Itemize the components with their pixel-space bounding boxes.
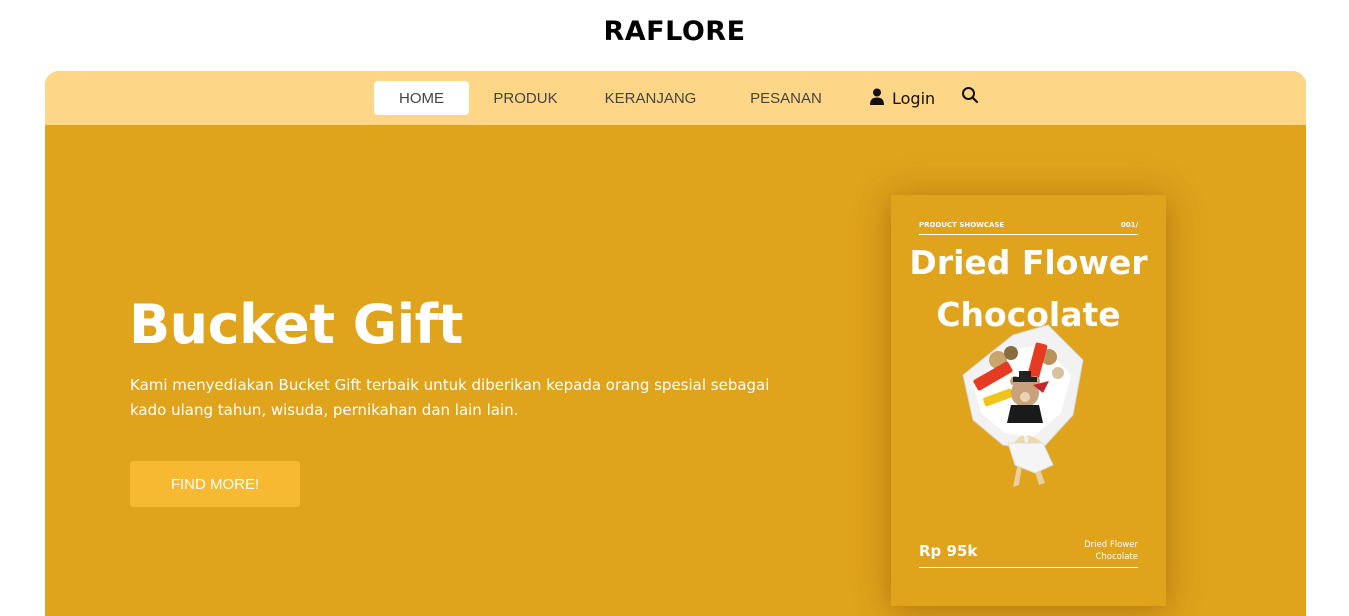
login-link[interactable]: Login xyxy=(869,81,935,115)
bouquet-image xyxy=(953,315,1093,495)
hero-description: Kami menyediakan Bucket Gift terbaik unt… xyxy=(130,376,770,419)
brand-logo-text: RAFLORE xyxy=(603,16,746,47)
login-label: Login xyxy=(892,88,936,108)
search-button[interactable] xyxy=(959,86,981,108)
main-navbar: HOME PRODUK KERANJANG PESANAN Login xyxy=(45,71,1306,125)
showcase-name: Dried Flower Chocolate xyxy=(1084,540,1138,562)
showcase-label: PRODUCT SHOWCASE xyxy=(919,221,1005,229)
find-more-button[interactable]: FIND MORE! xyxy=(130,461,300,507)
showcase-header: PRODUCT SHOWCASE 001/ xyxy=(919,221,1138,235)
showcase-title: Dried Flower Chocolate xyxy=(909,243,1148,334)
user-icon xyxy=(869,88,885,109)
nav-home[interactable]: HOME xyxy=(374,81,469,115)
showcase-price: Rp 95k xyxy=(919,542,978,560)
nav-pesanan[interactable]: PESANAN xyxy=(735,81,837,115)
showcase-footer: Rp 95k Dried Flower Chocolate xyxy=(919,535,1138,568)
showcase-index: 001/ xyxy=(1120,221,1138,229)
nav-keranjang[interactable]: KERANJANG xyxy=(591,81,710,115)
hero-title: Bucket Gift xyxy=(129,293,463,356)
nav-produk[interactable]: PRODUK xyxy=(481,81,570,115)
product-showcase-card[interactable]: PRODUCT SHOWCASE 001/ Dried Flower Choco… xyxy=(891,195,1166,606)
hero-frame: HOME PRODUK KERANJANG PESANAN Login Buck… xyxy=(45,71,1306,616)
search-icon xyxy=(961,86,979,108)
